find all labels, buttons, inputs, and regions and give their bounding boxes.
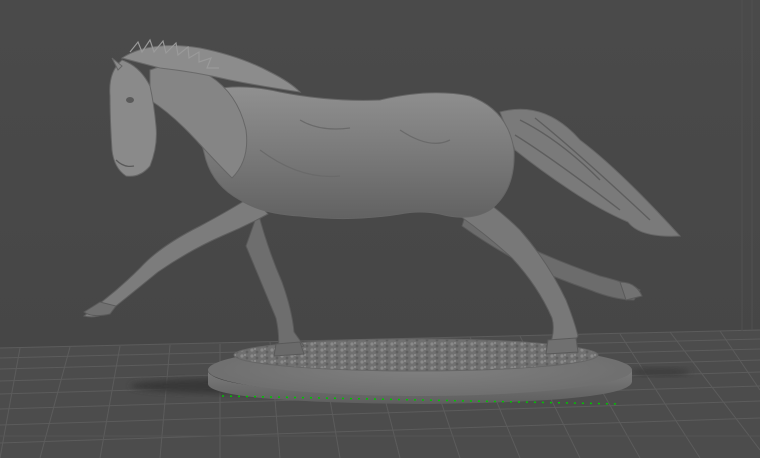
3d-viewport[interactable] — [0, 0, 760, 458]
tail-shadow — [630, 368, 690, 376]
horse-eye — [126, 97, 134, 103]
viewport-canvas[interactable] — [0, 0, 760, 458]
